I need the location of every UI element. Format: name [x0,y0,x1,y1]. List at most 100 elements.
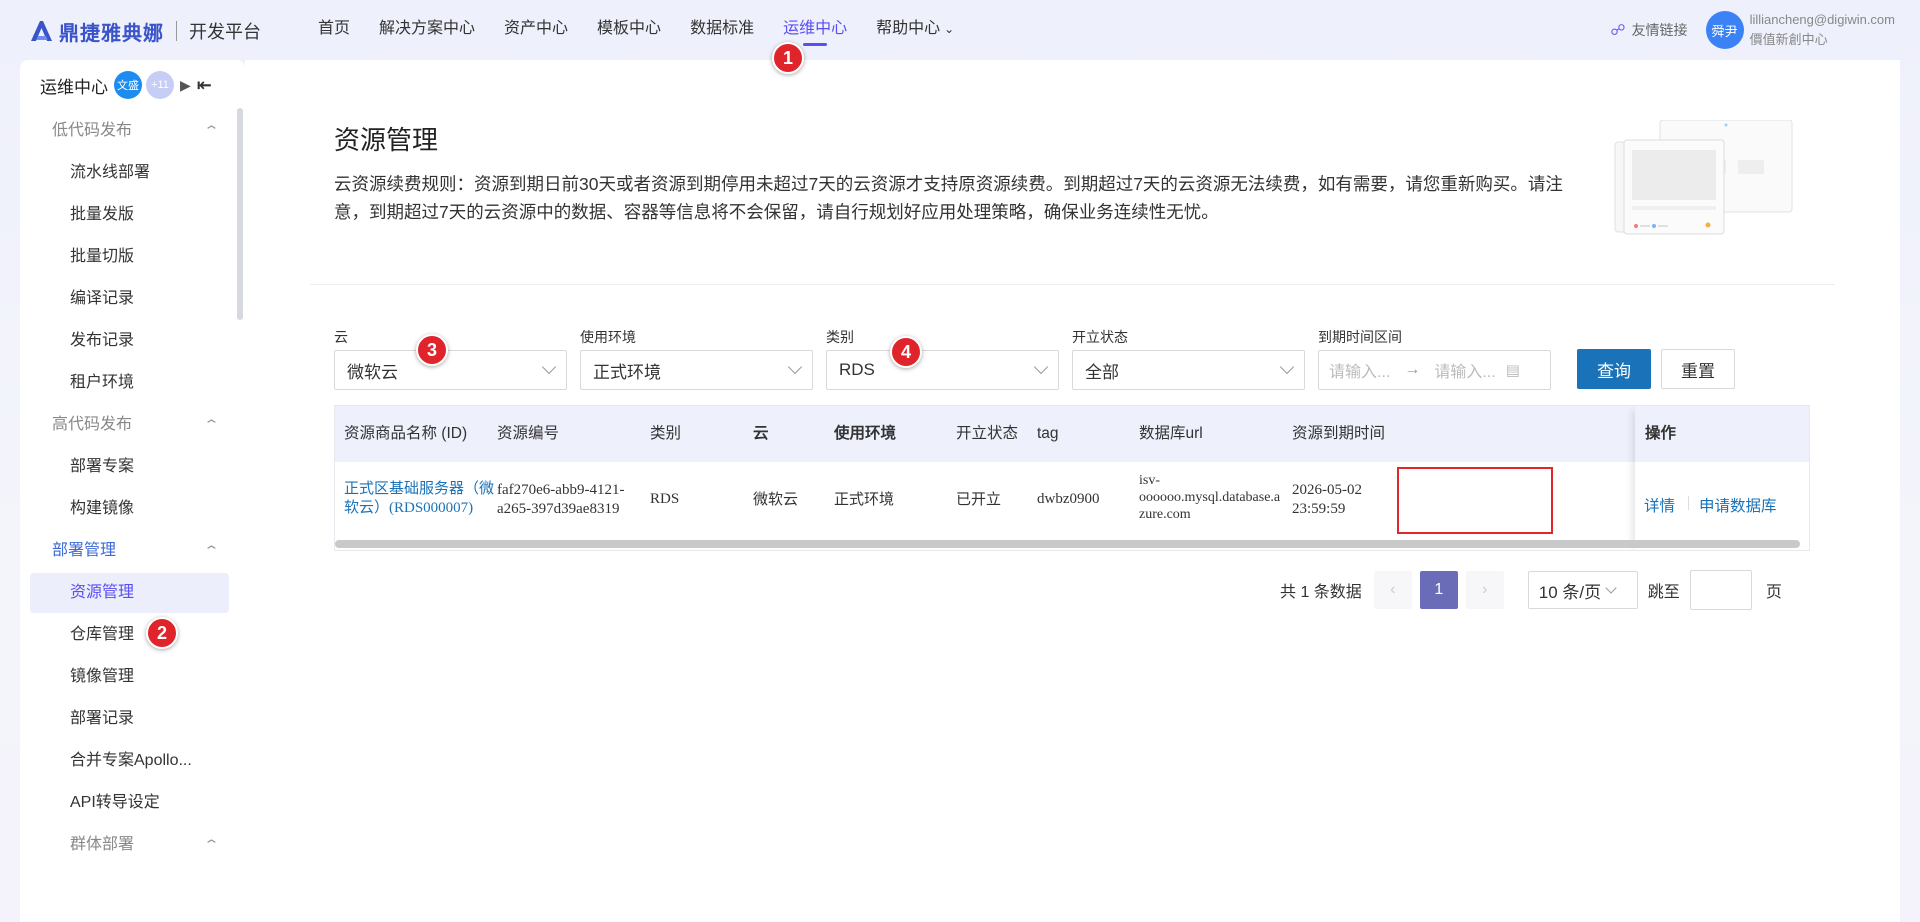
resource-cloud: 微软云 [753,491,799,508]
column-header[interactable]: tag [1037,406,1059,462]
filter-label: 开立状态 [1072,329,1128,345]
type-select-value: RDS [839,360,875,379]
nav-asset-center[interactable]: 资产中心 [504,0,568,60]
end-date-input[interactable]: 请输入... [1434,358,1495,382]
section-divider [310,284,1835,285]
column-header[interactable]: 使用环境 [834,406,896,462]
database-url-line: isv- [1139,473,1160,488]
step-marker-1: 1 [772,42,804,74]
cloud-select[interactable]: 微软云 [334,350,567,390]
highlight-box [1397,467,1553,534]
main-nav: 首页 解决方案中心 资产中心 模板中心 数据标准 运维中心 帮助中心 ⌄ [318,0,983,60]
step-marker-4: 4 [890,336,922,368]
column-header: 操作 [1635,406,1809,462]
reset-button[interactable]: 重置 [1661,349,1735,389]
member-avatar[interactable]: 文盛 [114,71,142,99]
sidebar-header: 运维中心 文盛 +11 ▶ ⇤ [20,60,245,110]
resource-tag: dwbz0900 [1037,491,1100,507]
main-content: 资源管理 云资源续费规则：资源到期日前30天或者资源到期停用未超过7天的云资源才… [245,60,1900,922]
nav-data-standard[interactable]: 数据标准 [690,0,754,60]
sidebar-item-deploy-log[interactable]: 部署记录 [20,698,225,740]
resource-code: faf270e6-abb9-4121- a265-397d39ae8319 [497,481,624,519]
apply-database-link[interactable]: 申请数据库 [1699,494,1777,516]
column-header[interactable]: 数据库url [1139,406,1203,462]
detail-link[interactable]: 详情 [1644,494,1675,516]
database-url-line: oooooo.mysql.database.a [1139,490,1281,505]
jump-page-input[interactable] [1689,570,1752,610]
env-select[interactable]: 正式环境 [580,350,813,390]
nav-template-center[interactable]: 模板中心 [597,0,661,60]
column-header[interactable]: 资源编号 [497,406,559,462]
user-email: lilliancheng@digiwin.com [1749,12,1895,27]
sidebar-item-batch-release[interactable]: 批量发版 [20,194,225,236]
page-number[interactable]: 1 [1419,571,1458,609]
arrow-right-icon: → [1404,361,1421,378]
status-select[interactable]: 全部 [1072,350,1305,390]
play-icon[interactable]: ▶ [180,77,191,94]
sidebar-item-api-redirect[interactable]: API转导设定 [20,782,225,824]
column-header[interactable]: 资源商品名称 (ID) [344,406,467,462]
horizontal-scrollbar[interactable] [335,540,1800,548]
top-navigation-bar: 鼎捷雅典娜 开发平台 首页 解决方案中心 资产中心 模板中心 数据标准 运维中心… [0,0,1920,60]
sidebar-item-tenant-env[interactable]: 租户环境 [20,362,225,404]
member-count-badge[interactable]: +11 [146,71,174,99]
resource-name-line: 正式区基础服务器（微 [344,481,495,497]
prev-page-icon[interactable]: ‹ [1373,571,1412,609]
sidebar-group-group-deploy[interactable]: 群体部署 ⌃ [20,824,245,866]
sidebar-item-resource-mgmt[interactable]: 资源管理 [30,573,229,613]
sidebar-group-lowcode[interactable]: 低代码发布 ⌃ [20,110,245,152]
total-count: 共 1 条数据 [1280,584,1362,601]
nav-home[interactable]: 首页 [318,0,350,60]
calendar-icon[interactable]: ▤ [1506,361,1520,379]
column-header[interactable]: 类别 [650,406,681,462]
resource-status: 已开立 [956,491,1002,508]
column-header[interactable]: 资源到期时间 [1292,406,1385,462]
platform-name: 开发平台 [189,22,261,42]
start-date-input[interactable]: 请输入... [1329,358,1390,382]
sidebar-item-deploy-project[interactable]: 部署专案 [20,446,225,488]
chevron-down-icon: ⌄ [944,22,955,36]
nav-solution-center[interactable]: 解决方案中心 [379,0,475,60]
filter-type: 类别 RDS [826,328,1059,390]
sidebar-item-build-image[interactable]: 构建镜像 [20,488,225,530]
chevron-up-icon: ⌃ [202,123,221,138]
type-select[interactable]: RDS [826,350,1059,390]
expire-time-line: 23:59:59 [1292,501,1346,517]
next-page-icon[interactable]: › [1465,571,1504,609]
resource-code-line: a265-397d39ae8319 [497,501,620,517]
sidebar-item-release-log[interactable]: 发布记录 [20,320,225,362]
filter-env: 使用环境 正式环境 [580,328,813,390]
column-header[interactable]: 云 [753,406,769,462]
avatar[interactable]: 舜尹 [1705,11,1744,49]
nav-help-center[interactable]: 帮助中心 ⌄ [876,0,954,60]
chevron-up-icon: ⌃ [202,837,221,852]
sidebar-item-pipeline-deploy[interactable]: 流水线部署 [20,152,225,194]
friend-link[interactable]: ☍ 友情链接 [1610,20,1687,40]
sidebar-group-deploy-mgmt[interactable]: 部署管理 ⌃ [20,530,245,572]
sidebar-item-repo-mgmt[interactable]: 仓库管理 [20,614,225,656]
cloud-select-value: 微软云 [347,362,398,382]
resource-name-link[interactable]: 正式区基础服务器（微 软云）(RDS000007) [344,480,494,518]
sidebar-item-batch-switch[interactable]: 批量切版 [20,236,225,278]
logo[interactable]: 鼎捷雅典娜 开发平台 [29,16,261,46]
user-info[interactable]: lilliancheng@digiwin.com 價值新創中心 [1750,10,1895,50]
step-marker-3: 3 [416,334,448,366]
sidebar-item-compile-log[interactable]: 编译记录 [20,278,225,320]
operation-column: 操作 详情 申请数据库 [1635,406,1809,550]
sidebar-item-image-mgmt[interactable]: 镜像管理 [20,656,225,698]
expire-date-range[interactable]: 请输入... → 请输入... ▤ [1318,350,1551,390]
collapse-sidebar-icon[interactable]: ⇤ [197,75,212,96]
sidebar-group-label: 群体部署 [70,836,135,853]
sidebar-group-highcode[interactable]: 高代码发布 ⌃ [20,404,245,446]
page-size-select[interactable]: 10 条/页 [1527,571,1638,609]
sidebar-item-merge-apollo[interactable]: 合并专案Apollo... [20,740,225,782]
column-header[interactable]: 开立状态 [956,406,1018,462]
filter-bar: 云 微软云 使用环境 正式环境 类别 RDS 开立状态 全部 到期时间区间 请输… [334,328,1564,390]
resource-type: RDS [650,491,680,507]
user-org: 價值新創中心 [1749,32,1828,47]
database-url: isv- oooooo.mysql.database.a zure.com [1139,472,1280,523]
query-button[interactable]: 查询 [1577,349,1651,389]
filter-cloud: 云 微软云 [334,328,567,390]
expire-time-line: 2026-05-02 [1292,482,1362,498]
resource-table: 资源商品名称 (ID) 资源编号 类别 云 使用环境 开立状态 tag 数据库u… [334,405,1810,551]
